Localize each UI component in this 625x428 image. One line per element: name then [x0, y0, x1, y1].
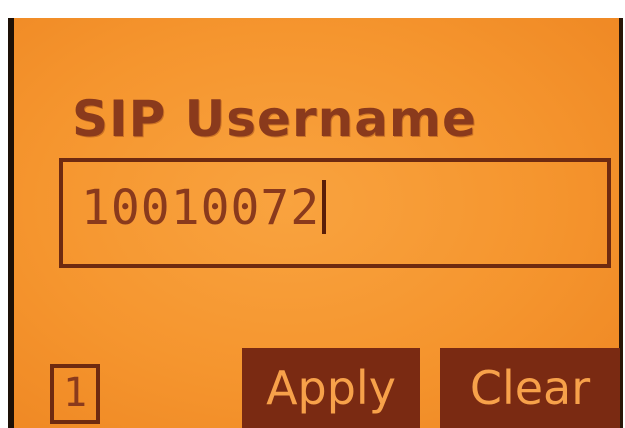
- clear-button[interactable]: Clear: [440, 348, 620, 428]
- sip-username-text: 10010072: [81, 180, 321, 236]
- sip-username-value[interactable]: 10010072: [81, 180, 327, 236]
- phone-display-photo: SIP Username 10010072 1 Apply Clear: [0, 0, 625, 428]
- lcd-screen: SIP Username 10010072 1 Apply Clear: [8, 18, 623, 428]
- text-cursor: [322, 180, 327, 234]
- partial-text-above-screen: [150, 0, 570, 18]
- apply-button[interactable]: Apply: [242, 348, 420, 428]
- page-title: SIP Username: [72, 90, 477, 148]
- sip-username-field[interactable]: 10010072: [59, 158, 611, 268]
- page-indicator: 1: [50, 364, 100, 424]
